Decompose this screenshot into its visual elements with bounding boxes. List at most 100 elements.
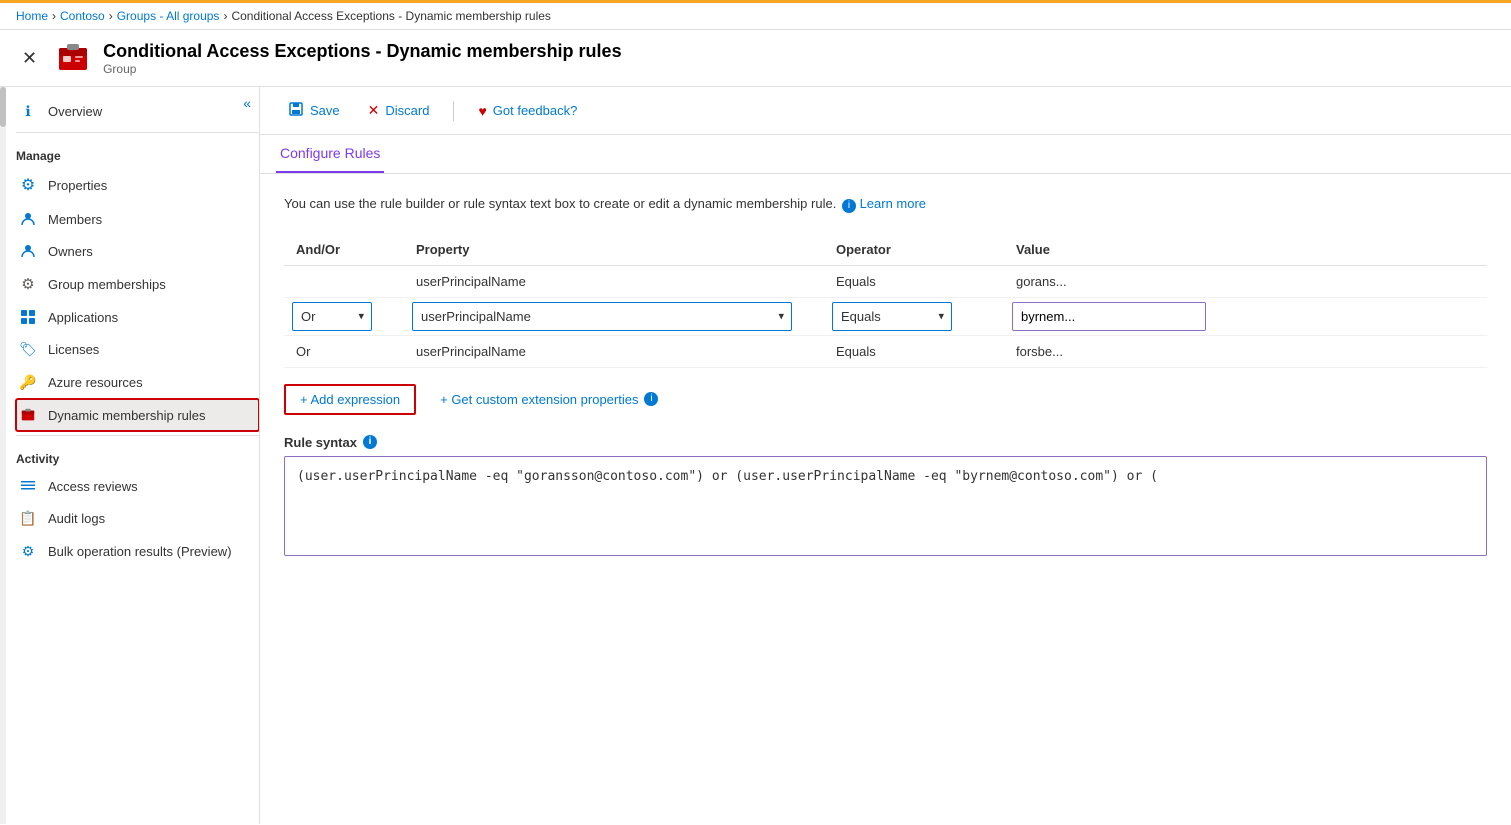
table-row: userPrincipalName Equals gorans... <box>284 265 1487 297</box>
property-select[interactable]: userPrincipalName displayName mail depar… <box>412 302 792 331</box>
sidebar-item-audit-logs[interactable]: 📋 Audit logs <box>16 502 259 535</box>
discard-icon: ✕ <box>368 102 380 119</box>
breadcrumb-groups[interactable]: Groups - All groups <box>117 9 220 23</box>
feedback-label: Got feedback? <box>493 103 578 118</box>
save-label: Save <box>310 103 340 118</box>
andor-select[interactable]: Or And <box>292 302 372 331</box>
sidebar-item-applications[interactable]: Applications <box>16 301 259 333</box>
azure-resources-icon: 🔑 <box>16 374 40 391</box>
sidebar-activity-label: Activity <box>16 440 259 470</box>
sidebar-collapse-button[interactable]: « <box>243 95 251 111</box>
dynamic-membership-icon <box>16 407 40 423</box>
rules-table: And/Or Property Operator Value userPrinc… <box>284 234 1487 368</box>
info-icon: ℹ <box>16 103 40 120</box>
app-title-block: Conditional Access Exceptions - Dynamic … <box>103 41 621 76</box>
col-operator: Operator <box>824 234 1004 266</box>
row3-operator: Equals <box>824 335 1004 367</box>
breadcrumb-home[interactable]: Home <box>16 9 48 23</box>
row2-operator-cell: Equals Not Equals Contains <box>824 297 1004 335</box>
properties-icon: ⚙ <box>16 175 40 195</box>
get-custom-label: + Get custom extension properties <box>440 392 638 407</box>
table-row-edit: Or And userPrincipalName displayName m <box>284 297 1487 335</box>
content-area: You can use the rule builder or rule syn… <box>260 174 1511 824</box>
sidebar-item-access-reviews[interactable]: Access reviews <box>16 470 259 502</box>
audit-logs-icon: 📋 <box>16 510 40 527</box>
save-icon <box>288 101 304 120</box>
discard-label: Discard <box>385 103 429 118</box>
table-row: Or userPrincipalName Equals forsbe... <box>284 335 1487 367</box>
property-select-wrapper: userPrincipalName displayName mail depar… <box>412 302 792 331</box>
sidebar-item-properties[interactable]: ⚙ Properties <box>16 167 259 203</box>
learn-more-link[interactable]: Learn more <box>860 196 926 211</box>
sidebar-nav: ℹ Overview Manage ⚙ Properties Members <box>0 87 259 576</box>
sidebar-divider-manage <box>16 132 259 133</box>
sidebar-item-azure-resources-label: Azure resources <box>48 375 143 390</box>
sidebar-item-dynamic-membership-label: Dynamic membership rules <box>48 408 206 423</box>
discard-button[interactable]: ✕ Discard <box>356 96 442 125</box>
sidebar-item-bulk-operations[interactable]: ⚙ Bulk operation results (Preview) <box>16 535 259 568</box>
tab-configure-rules[interactable]: Configure Rules <box>276 135 384 173</box>
sidebar-item-dynamic-membership[interactable]: Dynamic membership rules <box>16 399 259 431</box>
breadcrumb-current: Conditional Access Exceptions - Dynamic … <box>231 9 550 23</box>
value-input[interactable] <box>1012 302 1206 331</box>
rule-syntax-section: Rule syntax i <box>284 435 1487 559</box>
sidebar: « ℹ Overview Manage ⚙ Properties <box>0 87 260 824</box>
scrollbar-thumb[interactable] <box>0 87 6 127</box>
sidebar-item-bulk-operations-label: Bulk operation results (Preview) <box>48 544 232 559</box>
main-layout: « ℹ Overview Manage ⚙ Properties <box>0 87 1511 824</box>
row3-andor: Or <box>284 335 404 367</box>
col-andor: And/Or <box>284 234 404 266</box>
sidebar-item-applications-label: Applications <box>48 310 118 325</box>
sidebar-item-licenses[interactable]: 🏷 Licenses <box>16 333 259 366</box>
sidebar-item-members[interactable]: Members <box>16 203 259 235</box>
row3-property: userPrincipalName <box>404 335 824 367</box>
sidebar-item-properties-label: Properties <box>48 178 107 193</box>
breadcrumb-bar: Home › Contoso › Groups - All groups › C… <box>0 0 1511 30</box>
close-button[interactable]: ✕ <box>16 46 43 71</box>
main-content: Save ✕ Discard ♥ Got feedback? Configure… <box>260 87 1511 824</box>
sidebar-item-access-reviews-label: Access reviews <box>48 479 138 494</box>
app-header: ✕ Conditional Access Exceptions - Dynami… <box>0 30 1511 87</box>
group-memberships-icon: ⚙ <box>16 275 40 293</box>
info-text: You can use the rule builder or rule syn… <box>284 194 1487 214</box>
operator-select[interactable]: Equals Not Equals Contains <box>832 302 952 331</box>
sidebar-item-overview-label: Overview <box>48 104 102 119</box>
row3-value: forsbe... <box>1004 335 1487 367</box>
licenses-icon: 🏷 <box>16 341 40 358</box>
row1-operator: Equals <box>824 265 1004 297</box>
add-expression-button[interactable]: + Add expression <box>284 384 416 415</box>
bulk-operations-icon: ⚙ <box>16 543 40 560</box>
app-subtitle: Group <box>103 62 621 76</box>
custom-info-icon[interactable]: i <box>644 392 658 406</box>
action-buttons: + Add expression + Get custom extension … <box>284 384 1487 415</box>
feedback-icon: ♥ <box>478 103 486 119</box>
app-title: Conditional Access Exceptions - Dynamic … <box>103 41 621 62</box>
sidebar-item-azure-resources[interactable]: 🔑 Azure resources <box>16 366 259 399</box>
sidebar-item-group-memberships-label: Group memberships <box>48 277 166 292</box>
owners-icon <box>16 243 40 259</box>
toolbar-divider <box>453 101 454 121</box>
row2-property-cell: userPrincipalName displayName mail depar… <box>404 297 824 335</box>
sidebar-item-owners-label: Owners <box>48 244 93 259</box>
col-property: Property <box>404 234 824 266</box>
col-value: Value <box>1004 234 1487 266</box>
sidebar-item-licenses-label: Licenses <box>48 342 99 357</box>
andor-select-wrapper: Or And <box>292 302 372 331</box>
row2-andor-cell: Or And <box>284 297 404 335</box>
breadcrumb-contoso[interactable]: Contoso <box>60 9 105 23</box>
feedback-button[interactable]: ♥ Got feedback? <box>466 97 589 125</box>
scrollbar-track[interactable] <box>0 87 6 824</box>
sidebar-manage-label: Manage <box>16 137 259 167</box>
sidebar-item-group-memberships[interactable]: ⚙ Group memberships <box>16 267 259 301</box>
get-custom-extension-button[interactable]: + Get custom extension properties i <box>440 392 658 407</box>
access-reviews-icon <box>16 478 40 494</box>
sidebar-item-owners[interactable]: Owners <box>16 235 259 267</box>
rule-syntax-info-icon[interactable]: i <box>363 435 377 449</box>
sidebar-item-overview[interactable]: ℹ Overview <box>16 95 259 128</box>
rule-syntax-textarea[interactable] <box>284 456 1487 556</box>
save-button[interactable]: Save <box>276 95 352 126</box>
row1-andor <box>284 265 404 297</box>
info-tooltip-icon[interactable]: i <box>842 199 856 213</box>
sidebar-divider-activity <box>16 435 259 436</box>
tab-bar: Configure Rules <box>260 135 1511 174</box>
